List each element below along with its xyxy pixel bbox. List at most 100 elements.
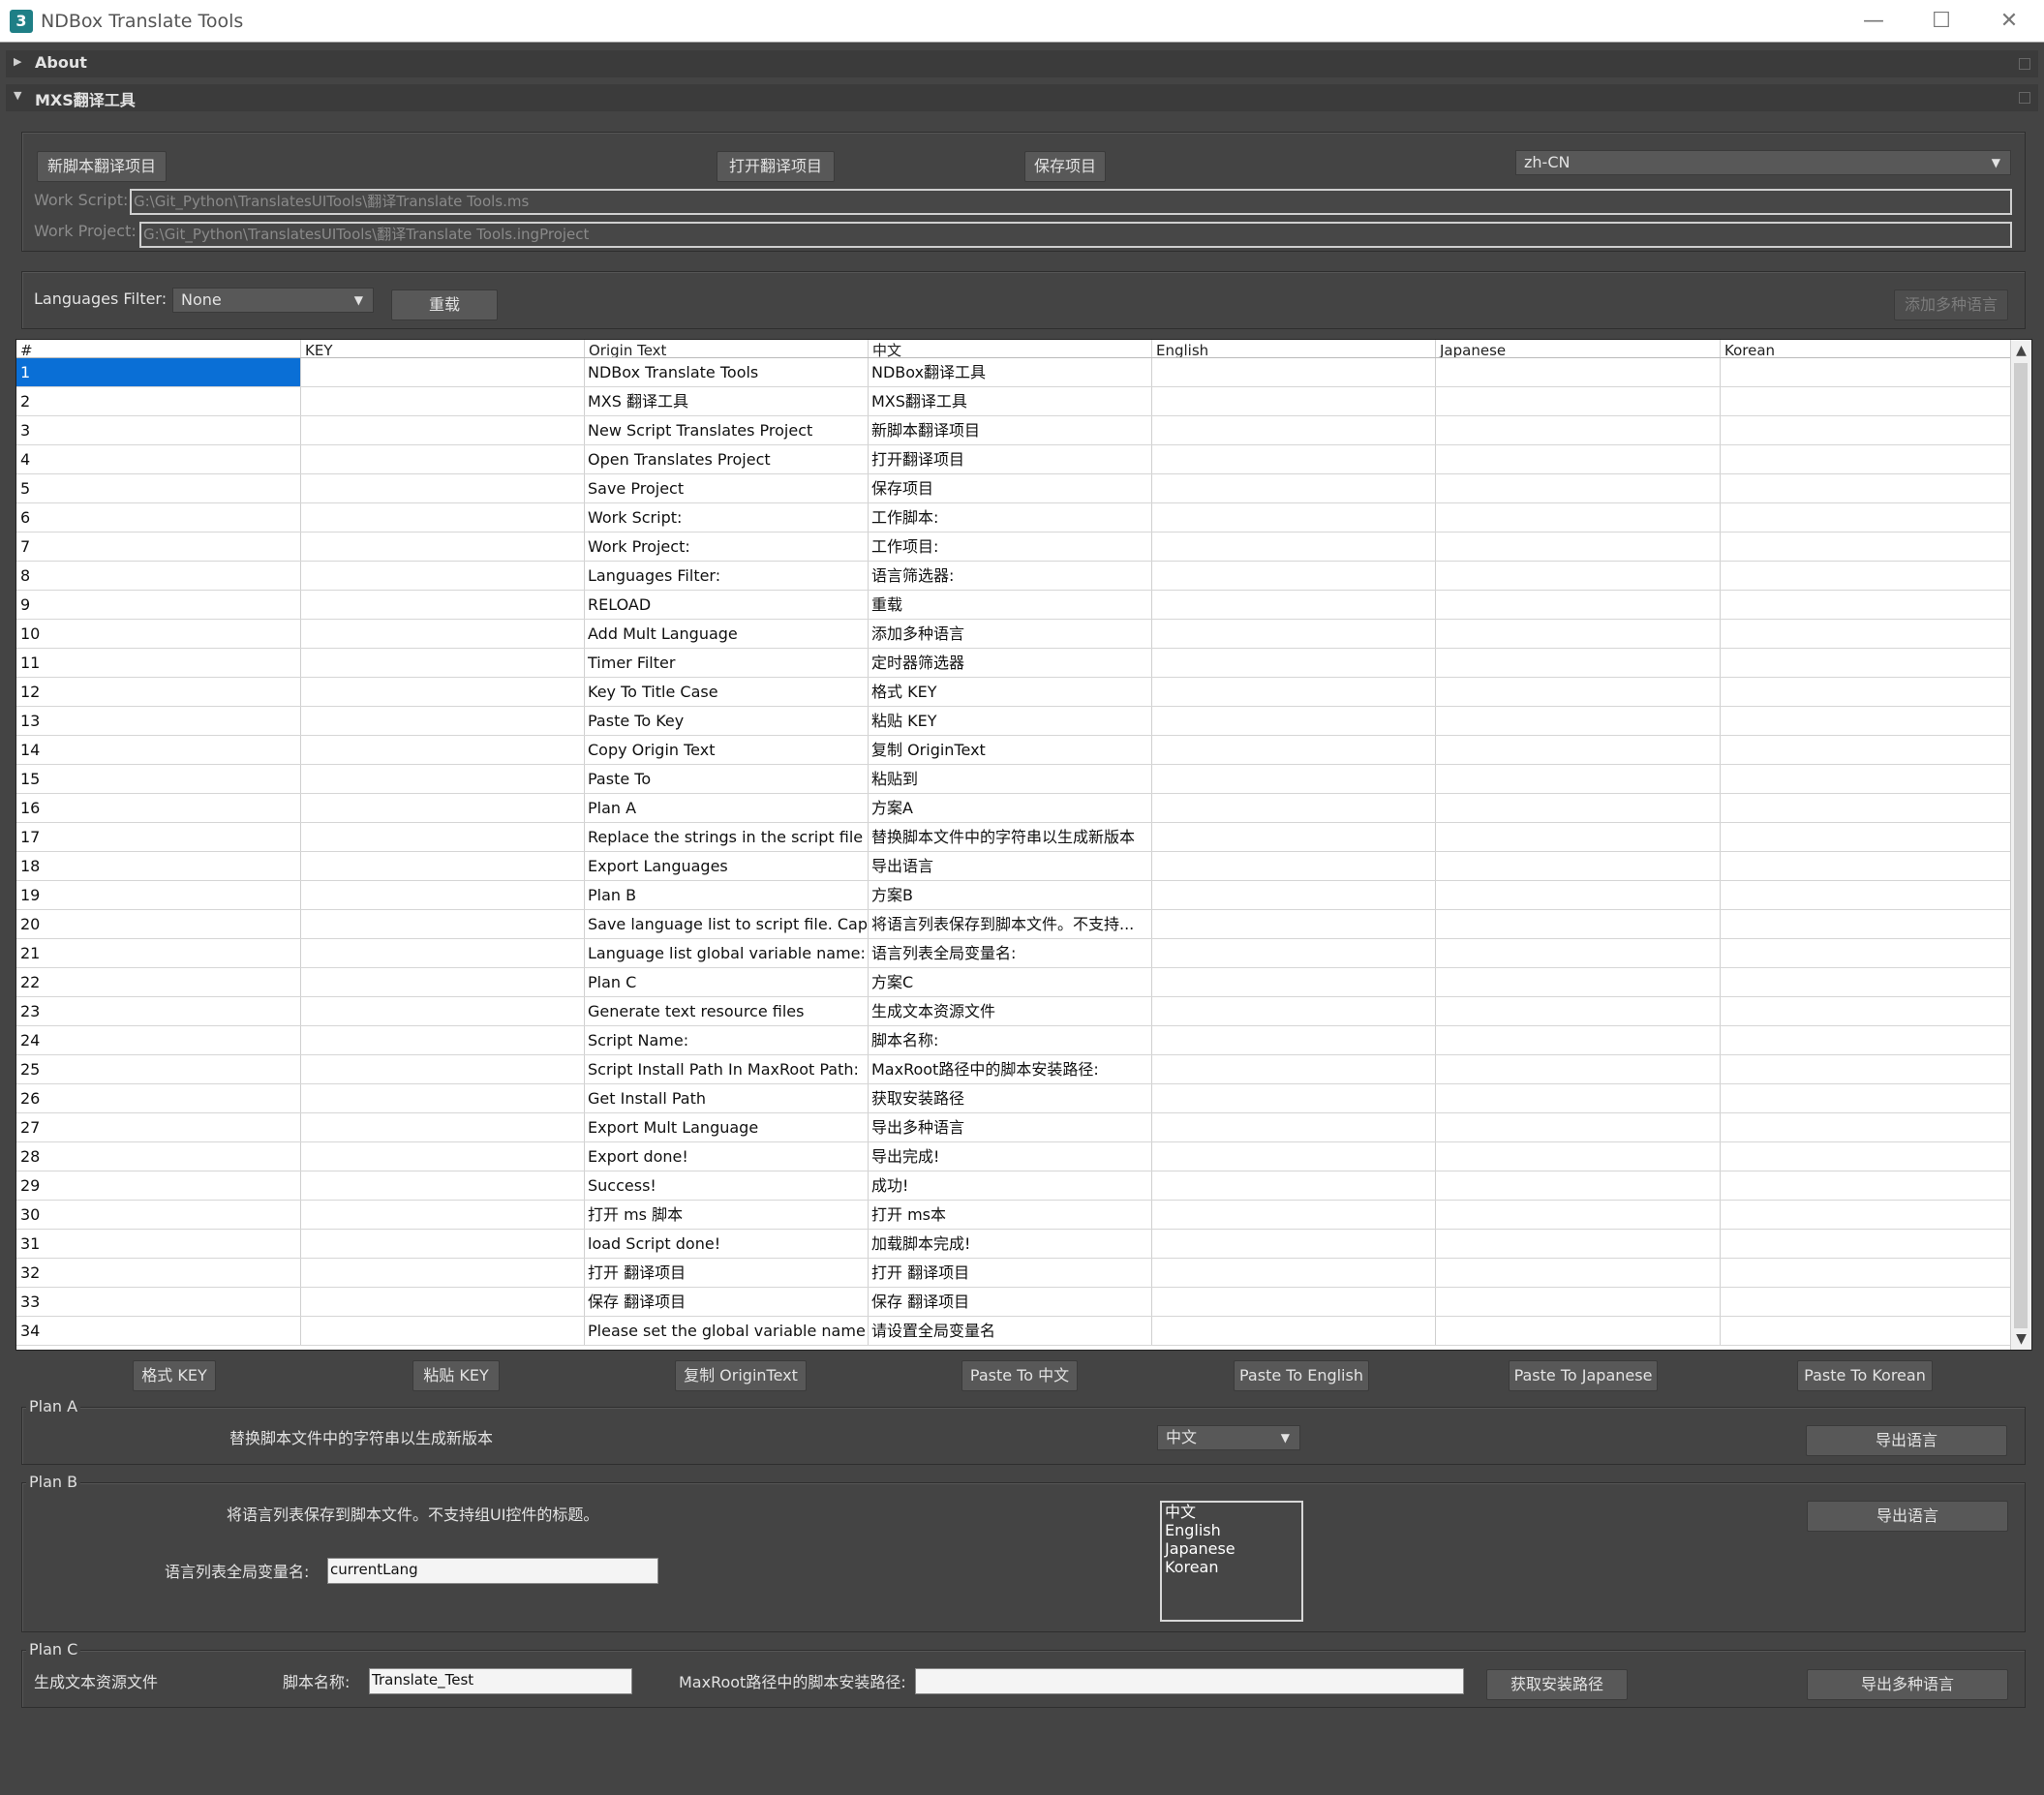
row-number-cell[interactable]: 18	[16, 852, 301, 880]
key-cell[interactable]	[301, 1317, 585, 1345]
japanese-cell[interactable]	[1436, 445, 1721, 473]
origin-text-cell[interactable]: Save Project	[585, 474, 869, 502]
chinese-cell[interactable]: 成功!	[869, 1171, 1152, 1200]
key-cell[interactable]	[301, 387, 585, 415]
origin-text-cell[interactable]: Plan C	[585, 968, 869, 996]
row-number-cell[interactable]: 9	[16, 591, 301, 619]
row-number-cell[interactable]: 11	[16, 649, 301, 677]
key-cell[interactable]	[301, 532, 585, 561]
table-row[interactable]: 25 Script Install Path In MaxRoot Path: Ma…	[16, 1055, 2011, 1084]
key-cell[interactable]	[301, 1230, 585, 1258]
english-cell[interactable]	[1152, 1084, 1436, 1112]
japanese-cell[interactable]	[1436, 562, 1721, 590]
japanese-cell[interactable]	[1436, 910, 1721, 938]
row-number-cell[interactable]: 7	[16, 532, 301, 561]
locale-dropdown[interactable]: zh-CN ▼	[1515, 150, 2011, 175]
korean-cell[interactable]	[1721, 1317, 2011, 1345]
korean-cell[interactable]	[1721, 416, 2011, 444]
table-row[interactable]: 19 Plan B 方案B	[16, 881, 2011, 910]
key-cell[interactable]	[301, 823, 585, 851]
key-cell[interactable]	[301, 358, 585, 386]
plan-a-export-button[interactable]: 导出语言	[1806, 1425, 2007, 1456]
scroll-up-icon[interactable]: ▲	[2011, 340, 2031, 361]
key-cell[interactable]	[301, 939, 585, 967]
english-cell[interactable]	[1152, 939, 1436, 967]
japanese-cell[interactable]	[1436, 939, 1721, 967]
key-cell[interactable]	[301, 1142, 585, 1171]
row-number-cell[interactable]: 15	[16, 765, 301, 793]
work-project-field[interactable]: G:\Git_Python\TranslatesUITools\翻译Transl…	[139, 222, 2012, 248]
key-cell[interactable]	[301, 910, 585, 938]
row-number-cell[interactable]: 4	[16, 445, 301, 473]
korean-cell[interactable]	[1721, 1055, 2011, 1083]
korean-cell[interactable]	[1721, 707, 2011, 735]
table-row[interactable]: 16 Plan A 方案A	[16, 794, 2011, 823]
korean-cell[interactable]	[1721, 736, 2011, 764]
origin-text-cell[interactable]: NDBox Translate Tools	[585, 358, 869, 386]
chinese-cell[interactable]: 格式 KEY	[869, 678, 1152, 706]
row-number-cell[interactable]: 10	[16, 620, 301, 648]
table-row[interactable]: 34 Please set the global variable name 请设置…	[16, 1317, 2011, 1346]
korean-cell[interactable]	[1721, 852, 2011, 880]
row-number-cell[interactable]: 2	[16, 387, 301, 415]
korean-cell[interactable]	[1721, 939, 2011, 967]
japanese-cell[interactable]	[1436, 765, 1721, 793]
row-number-cell[interactable]: 3	[16, 416, 301, 444]
origin-text-cell[interactable]: Add Mult Language	[585, 620, 869, 648]
row-number-cell[interactable]: 28	[16, 1142, 301, 1171]
paste-to-chinese-button[interactable]: Paste To 中文	[961, 1360, 1078, 1391]
key-cell[interactable]	[301, 503, 585, 532]
chinese-cell[interactable]: 工作脚本:	[869, 503, 1152, 532]
key-cell[interactable]	[301, 1055, 585, 1083]
close-button[interactable]: ✕	[1980, 4, 2038, 39]
chinese-cell[interactable]: 工作项目:	[869, 532, 1152, 561]
table-row[interactable]: 10 Add Mult Language 添加多种语言	[16, 620, 2011, 649]
origin-text-cell[interactable]: RELOAD	[585, 591, 869, 619]
table-row[interactable]: 2 MXS 翻译工具 MXS翻译工具	[16, 387, 2011, 416]
column-header[interactable]: KEY	[301, 340, 585, 357]
row-number-cell[interactable]: 20	[16, 910, 301, 938]
origin-text-cell[interactable]: Paste To Key	[585, 707, 869, 735]
plan-a-language-dropdown[interactable]: 中文 ▼	[1157, 1425, 1300, 1450]
table-row[interactable]: 20 Save language list to script file. Cap…	[16, 910, 2011, 939]
korean-cell[interactable]	[1721, 1026, 2011, 1054]
chinese-cell[interactable]: 打开 ms本	[869, 1201, 1152, 1229]
languages-filter-dropdown[interactable]: None ▼	[172, 288, 374, 313]
table-row[interactable]: 4 Open Translates Project 打开翻译项目	[16, 445, 2011, 474]
chinese-cell[interactable]: 语言列表全局变量名:	[869, 939, 1152, 967]
key-cell[interactable]	[301, 1201, 585, 1229]
japanese-cell[interactable]	[1436, 532, 1721, 561]
origin-text-cell[interactable]: Please set the global variable name	[585, 1317, 869, 1345]
key-cell[interactable]	[301, 707, 585, 735]
copy-origin-text-button[interactable]: 复制 OriginText	[675, 1360, 807, 1391]
paste-to-korean-button[interactable]: Paste To Korean	[1797, 1360, 1933, 1391]
origin-text-cell[interactable]: Plan A	[585, 794, 869, 822]
key-title-case-button[interactable]: 格式 KEY	[133, 1360, 216, 1391]
row-number-cell[interactable]: 13	[16, 707, 301, 735]
chinese-cell[interactable]: 请设置全局变量名	[869, 1317, 1152, 1345]
list-item[interactable]: English	[1162, 1521, 1301, 1539]
chinese-cell[interactable]: 添加多种语言	[869, 620, 1152, 648]
japanese-cell[interactable]	[1436, 649, 1721, 677]
chinese-cell[interactable]: 粘贴 KEY	[869, 707, 1152, 735]
english-cell[interactable]	[1152, 881, 1436, 909]
english-cell[interactable]	[1152, 765, 1436, 793]
japanese-cell[interactable]	[1436, 881, 1721, 909]
korean-cell[interactable]	[1721, 474, 2011, 502]
japanese-cell[interactable]	[1436, 1201, 1721, 1229]
translation-grid[interactable]: # KEY Origin Text 中文 English Japanese Ko…	[15, 339, 2032, 1351]
table-row[interactable]: 17 Replace the strings in the script file…	[16, 823, 2011, 852]
origin-text-cell[interactable]: Export Languages	[585, 852, 869, 880]
japanese-cell[interactable]	[1436, 1026, 1721, 1054]
key-cell[interactable]	[301, 1259, 585, 1287]
korean-cell[interactable]	[1721, 503, 2011, 532]
key-cell[interactable]	[301, 474, 585, 502]
row-number-cell[interactable]: 5	[16, 474, 301, 502]
reload-button[interactable]: 重载	[391, 289, 498, 320]
chinese-cell[interactable]: 复制 OriginText	[869, 736, 1152, 764]
origin-text-cell[interactable]: Save language list to script file. Capti…	[585, 910, 869, 938]
chinese-cell[interactable]: 保存 翻译项目	[869, 1288, 1152, 1316]
english-cell[interactable]	[1152, 1142, 1436, 1171]
japanese-cell[interactable]	[1436, 678, 1721, 706]
english-cell[interactable]	[1152, 1259, 1436, 1287]
